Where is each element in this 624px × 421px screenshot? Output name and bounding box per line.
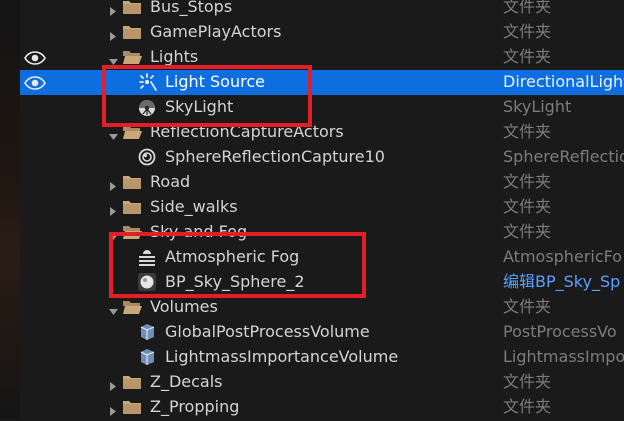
outliner-folder-row[interactable]: Lights 文件夹 [20,45,624,70]
volume-icon [137,323,157,341]
visibility-eye-icon[interactable] [24,75,46,90]
item-label: ReflectionCaptureActors [150,122,344,141]
outliner-actor-row[interactable]: SphereReflectionCapture10 SphereReflectio [20,145,624,170]
item-label: GamePlayActors [150,22,282,41]
sphere-reflection-capture-icon [137,148,157,166]
item-label: Lights [150,47,199,66]
item-type: 文件夹 [503,172,552,191]
item-type: 文件夹 [503,122,552,141]
item-label: Volumes [150,297,218,316]
folder-icon [122,398,142,416]
directional-light-icon [137,73,157,91]
folder-open-icon [122,48,142,66]
outliner-actor-row[interactable]: LightmassImportanceVolume LightmassImpo [20,345,624,370]
folder-icon [122,373,142,391]
world-outliner-tree: Bus_Stops 文件夹 GamePlayActors 文件夹 Lights 文件夹 Li… [20,0,624,419]
expand-arrow-down-icon[interactable] [108,127,118,140]
item-label: Sky and Fog [150,222,248,241]
viewport-edge [0,0,20,419]
item-type: SkyLight [503,97,572,116]
collapse-arrow-right-icon[interactable] [108,177,118,191]
expand-arrow-down-icon[interactable] [108,52,118,65]
folder-open-icon [122,298,142,316]
folder-open-icon [122,223,142,241]
outliner-folder-row[interactable]: Sky and Fog 文件夹 [20,220,624,245]
edit-blueprint-link[interactable]: 编辑BP_Sky_Sp [503,272,620,292]
item-type: PostProcessVo [503,322,617,341]
item-label: Z_Decals [150,372,223,391]
item-label: Road [150,172,191,191]
atmospheric-fog-icon [137,248,157,266]
item-label: Bus_Stops [150,0,233,16]
outliner-folder-row[interactable]: Z_Decals 文件夹 [20,370,624,395]
outliner-actor-row[interactable]: Light Source DirectionalLight [20,70,624,95]
item-type: 文件夹 [503,397,552,416]
outliner-actor-row[interactable]: Atmospheric Fog AtmosphericFo [20,245,624,270]
item-type: AtmosphericFo [503,247,623,266]
outliner-folder-row[interactable]: Side_walks 文件夹 [20,195,624,220]
folder-icon [122,23,142,41]
item-label: SphereReflectionCapture10 [165,147,385,166]
visibility-eye-icon[interactable] [24,50,46,65]
volume-icon [137,348,157,366]
item-label: LightmassImportanceVolume [165,347,399,366]
item-label: Atmospheric Fog [165,247,300,266]
outliner-folder-row[interactable]: ReflectionCaptureActors 文件夹 [20,120,624,145]
sky-light-icon [137,98,157,116]
item-label: Z_Propping [150,397,240,416]
item-label: GlobalPostProcessVolume [165,322,370,341]
outliner-actor-row[interactable]: BP_Sky_Sphere_2 编辑BP_Sky_Sp [20,270,624,295]
collapse-arrow-right-icon[interactable] [108,27,118,41]
item-type: 文件夹 [503,22,552,41]
collapse-arrow-right-icon[interactable] [108,377,118,391]
item-type: 文件夹 [503,197,552,216]
collapse-arrow-right-icon[interactable] [108,202,118,216]
expand-arrow-down-icon[interactable] [108,227,118,240]
item-type: DirectionalLight [503,72,624,91]
item-type: 文件夹 [503,372,552,391]
item-label: SkyLight [165,97,234,116]
outliner-folder-row[interactable]: GamePlayActors 文件夹 [20,20,624,45]
outliner-folder-row[interactable]: Volumes 文件夹 [20,295,624,320]
item-type: 文件夹 [503,47,552,66]
item-type: 文件夹 [503,0,552,16]
collapse-arrow-right-icon[interactable] [108,402,118,416]
item-label: Light Source [165,72,265,91]
expand-arrow-down-icon[interactable] [108,302,118,315]
outliner-folder-row[interactable]: Z_Propping 文件夹 [20,395,624,420]
sky-sphere-icon [137,273,157,291]
folder-icon [122,198,142,216]
item-label: BP_Sky_Sphere_2 [165,272,305,291]
item-label: Side_walks [150,197,238,216]
item-type: 文件夹 [503,222,552,241]
collapse-arrow-right-icon[interactable] [108,2,118,16]
outliner-actor-row[interactable]: GlobalPostProcessVolume PostProcessVo [20,320,624,345]
folder-icon [122,0,142,16]
outliner-folder-row[interactable]: Bus_Stops 文件夹 [20,0,624,20]
folder-icon [122,173,142,191]
outliner-actor-row[interactable]: SkyLight SkyLight [20,95,624,120]
item-type: 文件夹 [503,297,552,316]
item-type: SphereReflectio [503,147,624,166]
item-type: LightmassImpo [503,347,624,366]
folder-open-icon [122,123,142,141]
outliner-folder-row[interactable]: Road 文件夹 [20,170,624,195]
